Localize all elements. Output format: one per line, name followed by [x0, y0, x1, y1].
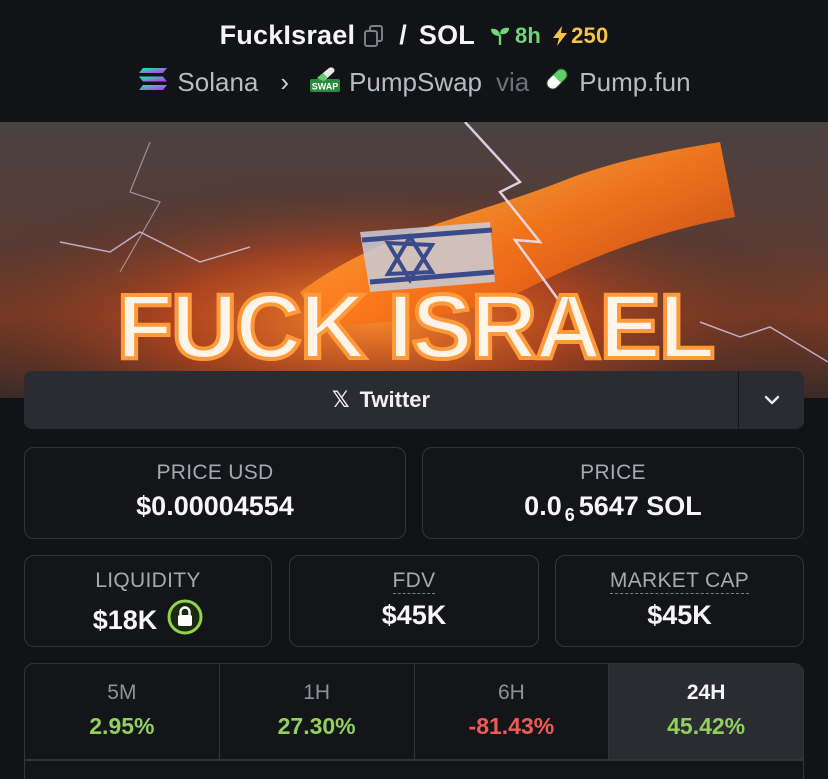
price-native-label: PRICE — [580, 461, 646, 484]
fdv-card[interactable]: FDV $45K — [289, 555, 539, 647]
market-cap-label: MARKET CAP — [609, 569, 750, 594]
quote-token: SOL — [418, 20, 475, 50]
price-zero-count: 6 — [564, 505, 575, 525]
pair-separator: / — [399, 20, 407, 50]
fdv-value: $45K — [381, 600, 447, 630]
market-cap-value: $45K — [647, 600, 712, 630]
pair-header: FuckIsrael / SOL 8h 250 Solana › SWAP Pu… — [0, 0, 828, 122]
lock-icon[interactable] — [167, 599, 203, 642]
tab-label: 1H — [303, 681, 331, 704]
boost-count: 250 — [571, 22, 609, 48]
price-usd-value: $0.00004554 — [136, 491, 294, 521]
price-native-card: PRICE 0.0 6 5647 SOL — [422, 447, 804, 539]
launchpad-link[interactable]: Pump.fun — [579, 67, 690, 98]
liquidity-value-row: $18K — [25, 599, 271, 642]
price-usd-card: PRICE USD $0.00004554 — [24, 447, 406, 539]
copy-icon[interactable] — [363, 24, 385, 48]
price-usd-label: PRICE USD — [156, 461, 274, 484]
social-links-bar: 𝕏 Twitter — [24, 371, 804, 429]
tab-change-value: -81.43% — [468, 713, 555, 739]
token-banner-image: FUCK ISRAEL — [0, 122, 828, 398]
tab-change-value: 27.30% — [277, 713, 356, 739]
tabs-divider — [25, 759, 803, 761]
via-label: via — [496, 67, 530, 97]
liquidity-value: $18K — [92, 605, 158, 635]
tab-label: 6H — [497, 681, 525, 704]
dex-link[interactable]: PumpSwap — [349, 67, 482, 98]
pair-title-row: FuckIsrael / SOL 8h 250 — [0, 20, 828, 51]
market-cap-card[interactable]: MARKET CAP $45K — [555, 555, 804, 647]
banner-text: FUCK ISRAEL — [117, 276, 713, 378]
chevron-down-icon — [764, 395, 779, 405]
twitter-button[interactable]: 𝕏 Twitter — [24, 371, 738, 429]
breadcrumb: Solana › SWAP PumpSwap via Pump.fun — [0, 64, 828, 101]
tab-6h[interactable]: 6H -81.43% — [415, 664, 610, 759]
tab-change-value: 2.95% — [89, 713, 155, 739]
x-logo-icon: 𝕏 — [331, 387, 350, 412]
boost-badge[interactable]: 250 — [551, 23, 608, 49]
seedling-icon — [491, 27, 509, 45]
price-suffix: 5647 SOL — [578, 491, 702, 521]
chain-link[interactable]: Solana — [177, 67, 258, 98]
more-links-button[interactable] — [738, 371, 804, 429]
price-native-value: 0.0 6 5647 SOL — [423, 491, 803, 525]
lightning-icon — [553, 25, 568, 46]
pair-age: 8h — [489, 23, 541, 49]
fdv-label: FDV — [392, 569, 436, 594]
tab-5m[interactable]: 5M 2.95% — [25, 664, 220, 759]
token-name: FuckIsrael — [219, 20, 356, 50]
twitter-label: Twitter — [359, 387, 431, 412]
pumpswap-badge-text: SWAP — [312, 82, 339, 92]
tab-24h[interactable]: 24H 45.42% — [609, 664, 803, 759]
pumpswap-icon: SWAP — [309, 64, 341, 101]
price-prefix: 0.0 — [524, 491, 562, 521]
tab-change-value: 45.42% — [667, 713, 746, 739]
tab-label: 5M — [107, 681, 137, 704]
tab-1h[interactable]: 1H 27.30% — [220, 664, 415, 759]
liquidity-card: LIQUIDITY $18K — [24, 555, 272, 647]
pill-icon — [543, 65, 571, 100]
solana-icon — [137, 66, 169, 99]
liquidity-label: LIQUIDITY — [95, 569, 201, 592]
tab-label: 24H — [686, 681, 726, 704]
chevron-right-icon: › — [280, 67, 290, 97]
price-change-tabs: 5M 2.95% 1H 27.30% 6H -81.43% 24H 45.42% — [24, 663, 804, 779]
pair-age-value: 8h — [515, 22, 542, 48]
